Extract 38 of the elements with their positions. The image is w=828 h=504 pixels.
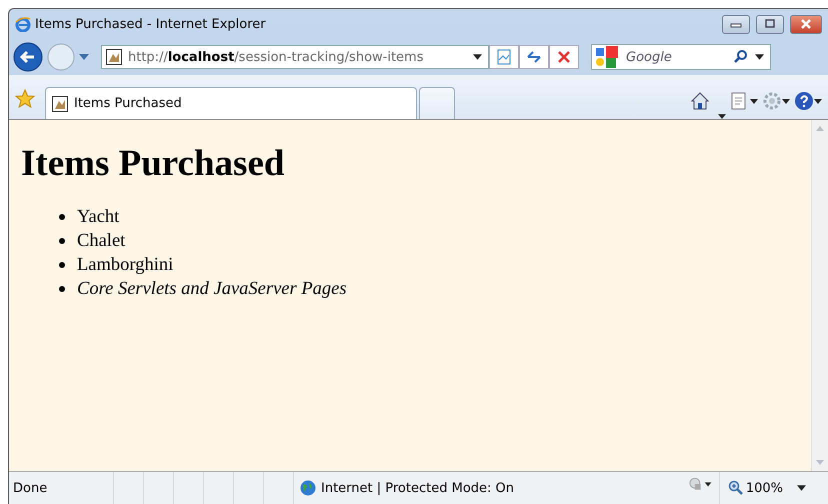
- settings-icon[interactable]: [762, 91, 790, 111]
- minimize-button[interactable]: [722, 14, 750, 34]
- security-zone-text: Internet | Protected Mode: On: [321, 480, 514, 496]
- browser-logo-icon: [15, 16, 31, 32]
- status-text: Done: [13, 480, 48, 496]
- zoom-level-text[interactable]: 100%: [746, 480, 783, 496]
- caret-icon[interactable]: [755, 54, 764, 60]
- page-menu-icon[interactable]: [730, 91, 758, 111]
- maximize-button[interactable]: [756, 14, 784, 34]
- refresh-icon[interactable]: [519, 45, 549, 69]
- stop-icon[interactable]: [549, 45, 579, 69]
- search-icon[interactable]: [733, 49, 749, 65]
- zoom-icon[interactable]: [728, 480, 744, 496]
- bullet-icon: [59, 214, 65, 220]
- list-item: Yacht: [77, 206, 120, 229]
- bullet-icon: [59, 238, 65, 244]
- back-button[interactable]: [13, 42, 43, 72]
- favorites-star-icon[interactable]: [15, 89, 35, 109]
- close-button[interactable]: [790, 14, 822, 34]
- globe-icon: [300, 480, 316, 496]
- address-field[interactable]: http://localhost/session-tracking/show-items: [101, 45, 489, 69]
- help-icon[interactable]: [794, 91, 822, 111]
- url-text: http://localhost/session-tracking/show-items: [128, 50, 424, 64]
- window-title: Items Purchased - Internet Explorer: [35, 16, 266, 32]
- list-item: Lamborghini: [77, 254, 174, 277]
- page-icon: [106, 49, 122, 65]
- search-bar[interactable]: Google: [591, 44, 771, 70]
- bullet-icon: [59, 286, 65, 292]
- bullet-icon: [59, 262, 65, 268]
- browser-tab[interactable]: Items Purchased: [45, 87, 417, 119]
- compatibility-icon[interactable]: [489, 45, 519, 69]
- search-provider-icon: [596, 46, 618, 68]
- list-item: Chalet: [77, 230, 126, 253]
- page-icon: [52, 96, 68, 112]
- caret-icon[interactable]: [797, 485, 806, 491]
- page-heading: Items Purchased: [21, 142, 286, 185]
- caret-icon[interactable]: [473, 54, 482, 60]
- list-item: Core Servlets and JavaServer Pages: [77, 278, 347, 301]
